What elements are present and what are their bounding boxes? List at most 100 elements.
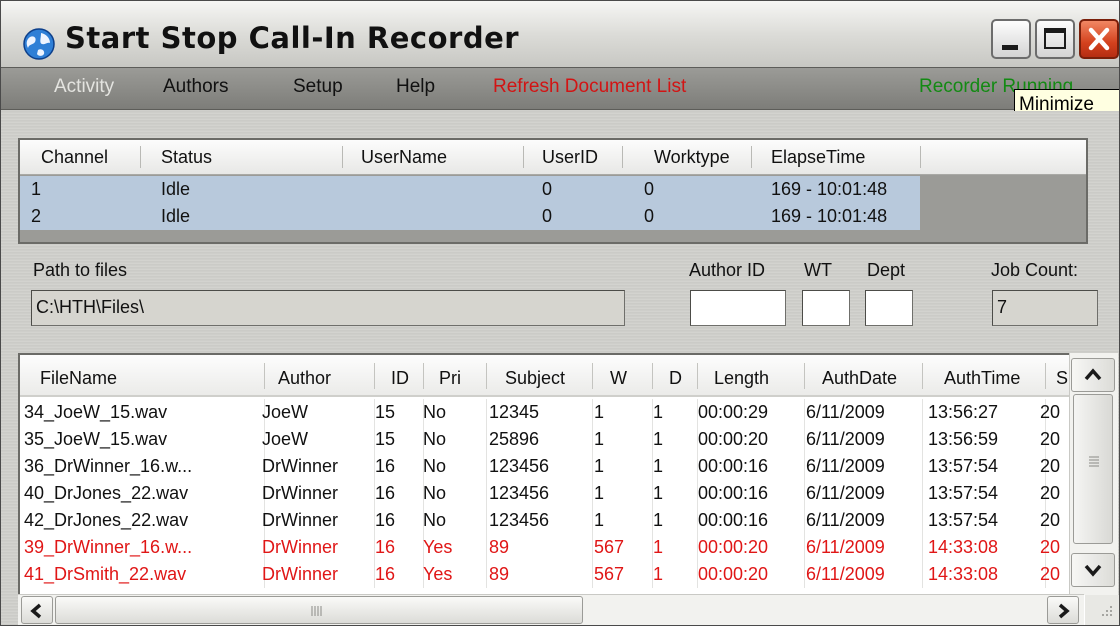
subject-cell: 123456 — [489, 456, 550, 476]
authdate-cell: 6/11/2009 — [806, 429, 885, 449]
job-count-label: Job Count: — [991, 260, 1079, 280]
channel-row[interactable]: 1 Idle 0 0 169 - 10:01:48 — [20, 176, 920, 203]
close-button[interactable] — [1079, 19, 1119, 59]
resize-grip[interactable] — [1085, 595, 1119, 625]
job-count-field: 7 — [992, 290, 1098, 326]
authdate-cell: 6/11/2009 — [806, 456, 885, 476]
authtime-cell: 13:56:27 — [928, 402, 999, 422]
author-cell: JoeW — [262, 429, 309, 449]
pri-cell: Yes — [423, 537, 453, 557]
column-header-s[interactable]: S — [1056, 368, 1068, 389]
grip-lines-icon — [1089, 456, 1099, 467]
scroll-up-button[interactable] — [1071, 358, 1115, 392]
minimize-icon — [1002, 45, 1018, 50]
d-cell: 1 — [653, 483, 664, 503]
pri-cell: No — [423, 456, 447, 476]
column-header-filename[interactable]: FileName — [40, 368, 117, 389]
column-header-worktype[interactable]: Worktype — [654, 147, 730, 168]
filename-cell: 36_DrWinner_16.w... — [24, 456, 193, 476]
scroll-left-button[interactable] — [21, 596, 53, 624]
w-cell: 567 — [594, 537, 625, 557]
subject-cell: 123456 — [489, 510, 550, 530]
horizontal-scroll-thumb[interactable] — [55, 596, 583, 624]
file-row[interactable]: 35_JoeW_15.wav JoeW 15 No 25896 1 1 00:00:20 6/1… — [20, 426, 1086, 453]
dept-field[interactable] — [865, 290, 913, 326]
s-cell: 20 — [1040, 537, 1061, 557]
elapsetime-cell: 169 - 10:01:48 — [771, 206, 888, 226]
subject-cell: 12345 — [489, 402, 540, 422]
menu-refresh-document-list[interactable]: Refresh Document List — [493, 76, 686, 98]
length-cell: 00:00:20 — [698, 537, 769, 557]
filename-cell: 41_DrSmith_22.wav — [24, 564, 187, 584]
d-cell: 1 — [653, 429, 664, 449]
channel-row[interactable]: 2 Idle 0 0 169 - 10:01:48 — [20, 203, 920, 230]
column-header-elapsetime[interactable]: ElapseTime — [771, 147, 865, 168]
menu-setup[interactable]: Setup — [293, 76, 343, 98]
authdate-cell: 6/11/2009 — [806, 564, 885, 584]
column-header-channel[interactable]: Channel — [41, 147, 108, 168]
chevron-right-icon — [1058, 603, 1070, 619]
worktype-cell: 0 — [644, 206, 655, 226]
minimize-button[interactable] — [991, 19, 1031, 59]
file-row[interactable]: 39_DrWinner_16.w... DrWinner 16 Yes 89 567 1 00… — [20, 534, 1086, 561]
pri-cell: No — [423, 402, 447, 422]
author-cell: DrWinner — [262, 510, 339, 530]
id-cell: 16 — [375, 483, 396, 503]
file-row[interactable]: 34_JoeW_15.wav JoeW 15 No 12345 1 1 00:00:29 6/1… — [20, 399, 1086, 426]
wt-field[interactable] — [802, 290, 850, 326]
column-header-userid[interactable]: UserID — [542, 147, 598, 168]
column-header-id[interactable]: ID — [391, 368, 409, 389]
column-header-username[interactable]: UserName — [361, 147, 447, 168]
column-header-length[interactable]: Length — [714, 368, 769, 389]
w-cell: 567 — [594, 564, 625, 584]
path-to-files-field[interactable]: C:\HTH\Files\ — [31, 290, 625, 326]
column-header-authtime[interactable]: AuthTime — [944, 368, 1020, 389]
author-id-field[interactable] — [690, 290, 786, 326]
menu-activity[interactable]: Activity — [54, 76, 114, 98]
scroll-down-button[interactable] — [1071, 553, 1115, 587]
scroll-right-button[interactable] — [1047, 596, 1079, 624]
app-window: Start Stop Call-In Recorder Activity Aut… — [0, 0, 1120, 626]
path-to-files-label: Path to files — [33, 260, 128, 280]
d-cell: 1 — [653, 564, 664, 584]
d-cell: 1 — [653, 402, 664, 422]
file-row[interactable]: 42_DrJones_22.wav DrWinner 16 No 123456 1 1 00:… — [20, 507, 1086, 534]
column-header-subject[interactable]: Subject — [505, 368, 565, 389]
userid-cell: 0 — [542, 179, 553, 199]
file-row[interactable]: 40_DrJones_22.wav DrWinner 16 No 123456 1 1 00:… — [20, 480, 1086, 507]
file-row[interactable]: 41_DrSmith_22.wav DrWinner 16 Yes 89 567 1 00:0… — [20, 561, 1086, 588]
grip-lines-icon — [311, 606, 322, 616]
s-cell: 20 — [1040, 456, 1061, 476]
menu-help[interactable]: Help — [396, 76, 435, 98]
file-list[interactable]: FileName Author ID Pri Subject W D Lengt… — [18, 353, 1118, 625]
column-header-author[interactable]: Author — [278, 368, 331, 389]
d-cell: 1 — [653, 537, 664, 557]
status-cell: Idle — [161, 206, 191, 226]
subject-cell: 25896 — [489, 429, 540, 449]
w-cell: 1 — [594, 510, 605, 530]
column-header-authdate[interactable]: AuthDate — [822, 368, 897, 389]
w-cell: 1 — [594, 402, 605, 422]
channel-grid[interactable]: Channel Status UserName UserID Worktype … — [18, 138, 1088, 244]
column-header-pri[interactable]: Pri — [439, 368, 461, 389]
length-cell: 00:00:16 — [698, 456, 769, 476]
vertical-scroll-thumb[interactable] — [1073, 394, 1113, 544]
length-cell: 00:00:29 — [698, 402, 769, 422]
column-header-w[interactable]: W — [610, 368, 627, 389]
w-cell: 1 — [594, 483, 605, 503]
column-header-status[interactable]: Status — [161, 147, 212, 168]
authtime-cell: 14:33:08 — [928, 537, 999, 557]
chevron-down-icon — [1084, 564, 1102, 577]
author-id-label: Author ID — [689, 260, 766, 280]
maximize-button[interactable] — [1035, 19, 1075, 59]
globe-app-icon — [23, 28, 55, 60]
maximize-icon — [1044, 28, 1066, 49]
column-header-d[interactable]: D — [669, 368, 682, 389]
dept-label: Dept — [867, 260, 906, 280]
file-row[interactable]: 36_DrWinner_16.w... DrWinner 16 No 123456 1 1 0… — [20, 453, 1086, 480]
resize-grip-icon — [1102, 606, 1112, 616]
menu-authors[interactable]: Authors — [163, 76, 228, 98]
worktype-cell: 0 — [644, 179, 655, 199]
channel-cell: 1 — [31, 179, 42, 199]
authdate-cell: 6/11/2009 — [806, 537, 885, 557]
